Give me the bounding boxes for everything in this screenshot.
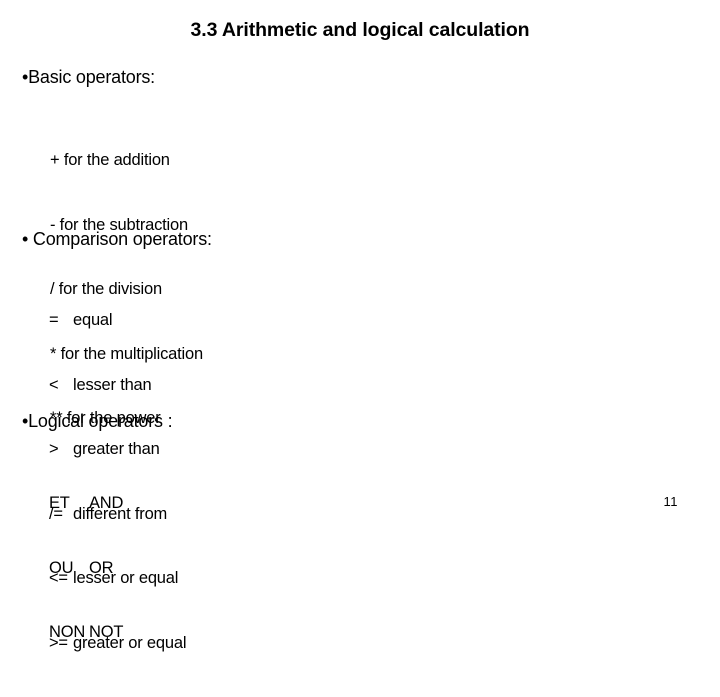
list-item: ET AND <box>49 493 123 515</box>
list-item: = equal <box>49 310 186 332</box>
list-logical-operators: ET AND OU OR NON NOT <box>49 450 123 687</box>
operator-term-french: NON <box>49 623 86 641</box>
list-item: OU OR <box>49 558 123 580</box>
operator-term-english: NOT <box>89 623 124 641</box>
operator-symbol: = <box>49 311 59 329</box>
operator-term-english: OR <box>89 558 114 577</box>
operator-symbol: < <box>49 375 59 394</box>
list-item: NON NOT <box>49 622 123 644</box>
section-heading-logical-operators: •Logical operators : <box>22 410 173 432</box>
operator-term-english: AND <box>89 494 124 512</box>
section-heading-comparison-operators: • Comparison operators: <box>22 228 212 250</box>
section-heading-comparison-operators-label: Comparison operators: <box>32 229 212 249</box>
operator-label: lesser than <box>73 375 152 394</box>
section-heading-basic-operators: •Basic operators: <box>22 66 155 88</box>
bullet-icon: • <box>22 229 33 249</box>
section-heading-logical-operators-label: Logical operators : <box>28 411 173 431</box>
slide-canvas: 3.3 Arithmetic and logical calculation •… <box>0 0 720 652</box>
section-heading-basic-operators-label: Basic operators: <box>28 67 155 87</box>
operator-term-french: ET <box>49 494 70 512</box>
page-title: 3.3 Arithmetic and logical calculation <box>190 19 530 41</box>
operator-term-french: OU <box>49 558 74 577</box>
list-item: + for the addition <box>50 151 170 169</box>
list-item: < lesser than <box>49 375 186 397</box>
page-number: 11 <box>663 494 678 509</box>
operator-label: equal <box>73 311 113 329</box>
